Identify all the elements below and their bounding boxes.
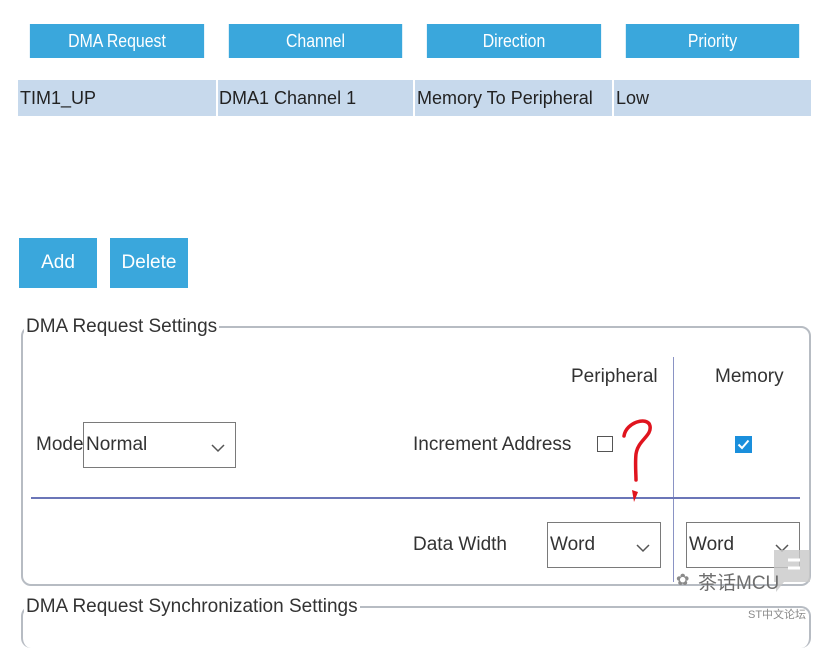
data-width-label: Data Width xyxy=(413,534,507,555)
column-header-channel[interactable]: Channel xyxy=(228,24,403,58)
dma-request-settings-legend: DMA Request Settings xyxy=(24,316,220,338)
peripheral-column-label: Peripheral xyxy=(571,366,658,387)
add-button[interactable]: Add xyxy=(19,238,97,288)
watermark-main-text: 茶话MCU xyxy=(698,573,780,594)
column-header-dma-request[interactable]: DMA Request xyxy=(29,24,205,58)
data-width-peripheral-select[interactable]: Word xyxy=(547,522,661,568)
cell-priority: Low xyxy=(616,87,650,108)
watermark-sub-text: ST中文论坛 xyxy=(748,609,807,621)
column-header-priority[interactable]: Priority xyxy=(625,24,800,58)
memory-column-label: Memory xyxy=(715,366,784,387)
cell-direction: Memory To Peripheral xyxy=(417,87,593,108)
increment-address-label: Increment Address xyxy=(413,434,572,455)
dma-sync-settings-legend: DMA Request Synchronization Settings xyxy=(24,596,360,618)
mode-label: Mode xyxy=(36,434,84,455)
cell-dma-request: TIM1_UP xyxy=(20,87,97,108)
increment-address-memory-checkbox[interactable] xyxy=(735,436,752,453)
question-mark-annotation xyxy=(622,419,652,502)
mode-select-value: Normal xyxy=(86,434,148,455)
chevron-down-icon xyxy=(211,437,225,459)
wechat-icon: ✿ xyxy=(676,572,690,589)
column-header-direction[interactable]: Direction xyxy=(426,24,602,58)
cell-channel: DMA1 Channel 1 xyxy=(219,87,357,108)
row-separator xyxy=(31,497,800,499)
column-separator xyxy=(673,357,674,582)
delete-button[interactable]: Delete xyxy=(110,238,188,288)
increment-address-peripheral-checkbox[interactable] xyxy=(597,436,613,452)
mode-select[interactable]: Normal xyxy=(83,422,236,468)
data-width-peripheral-value: Word xyxy=(550,534,596,555)
checkmark-icon xyxy=(737,439,750,450)
watermark: ✿ 茶话MCU ST中文论坛 xyxy=(676,546,821,626)
chevron-down-icon xyxy=(636,537,650,559)
